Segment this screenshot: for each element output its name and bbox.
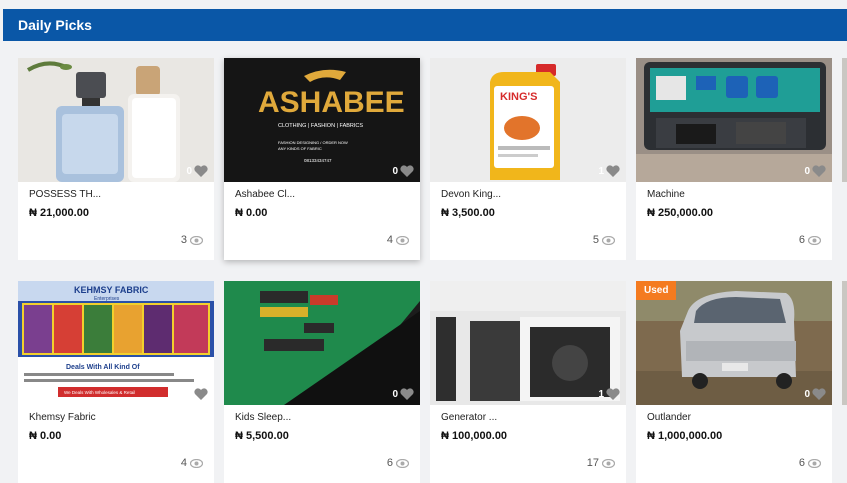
heart-icon[interactable] <box>606 165 620 177</box>
brand-phone: 08133434747 <box>304 158 332 163</box>
like-count: 0 <box>392 165 398 177</box>
like-count: 0 <box>186 388 192 400</box>
brand-line-1: FASHION DESIGNING / ORDER NOW <box>278 140 348 145</box>
product-name[interactable]: Outlander <box>647 412 691 423</box>
section-header: Daily Picks <box>3 9 847 41</box>
product-image[interactable]: ASHABEE CLOTHING | FASHION | FABRICS FAS… <box>224 58 420 182</box>
view-count: 6 <box>798 457 805 469</box>
product-card[interactable]: 1 Generator ... ₦ 100,000.00 17 <box>430 281 626 483</box>
product-card[interactable]: ASHABEE CLOTHING | FASHION | FABRICS FAS… <box>224 58 420 260</box>
product-card[interactable]: KEHMSY FABRIC Enterprises Deals With All… <box>18 281 214 483</box>
banner-title: KEHMSY FABRIC <box>74 285 149 295</box>
view-counter: 6 <box>799 234 821 246</box>
next-card-edge <box>842 58 847 182</box>
product-image[interactable]: 0 <box>636 58 832 182</box>
product-price: ₦ 0.00 <box>29 430 62 442</box>
banner-deals: Deals With All Kind Of <box>66 364 140 371</box>
view-count: 6 <box>798 234 805 246</box>
product-card[interactable]: 0 Kids Sleep... ₦ 5,500.00 6 <box>224 281 420 483</box>
view-count: 4 <box>386 234 393 246</box>
brand-logo-text: ASHABEE <box>258 86 405 119</box>
view-count: 5 <box>592 234 599 246</box>
like-counter[interactable]: 0 <box>804 388 826 400</box>
like-count: 1 <box>598 388 604 400</box>
heart-icon[interactable] <box>194 165 208 177</box>
view-counter: 6 <box>799 457 821 469</box>
next-card-edge <box>842 281 847 405</box>
like-count: 0 <box>804 388 810 400</box>
like-count: 1 <box>598 165 604 177</box>
like-counter[interactable]: 0 <box>804 165 826 177</box>
like-count: 0 <box>392 388 398 400</box>
product-name[interactable]: Generator ... <box>441 412 497 423</box>
view-counter: 4 <box>181 457 203 469</box>
product-card[interactable]: Used 0 Outlander ₦ 1,000,000.00 6 <box>636 281 832 483</box>
heart-icon[interactable] <box>606 388 620 400</box>
product-card[interactable]: 0 Machine ₦ 250,000.00 6 <box>636 58 832 260</box>
heart-icon[interactable] <box>812 388 826 400</box>
product-price: ₦ 5,500.00 <box>235 430 289 442</box>
banner-cta: We Deals With Wholesales & Retail <box>64 390 135 395</box>
view-counter: 5 <box>593 234 615 246</box>
view-counter: 4 <box>387 234 409 246</box>
eye-icon <box>808 458 821 468</box>
like-counter[interactable]: 0 <box>392 165 414 177</box>
like-counter[interactable]: 0 <box>186 165 208 177</box>
like-counter[interactable]: 1 <box>598 165 620 177</box>
product-name[interactable]: Kids Sleep... <box>235 412 291 423</box>
like-counter[interactable]: 1 <box>598 388 620 400</box>
product-image[interactable]: KING'S 1 <box>430 58 626 182</box>
heart-icon[interactable] <box>812 165 826 177</box>
view-counter: 3 <box>181 234 203 246</box>
like-count: 0 <box>186 165 192 177</box>
product-price: ₦ 100,000.00 <box>441 430 508 442</box>
eye-icon <box>602 458 615 468</box>
heart-icon[interactable] <box>400 388 414 400</box>
like-counter[interactable]: 0 <box>186 388 208 400</box>
eye-icon <box>602 235 615 245</box>
product-price: ₦ 1,000,000.00 <box>647 430 723 442</box>
product-price: ₦ 0.00 <box>235 207 268 219</box>
product-label: KING'S <box>500 91 537 103</box>
product-price: ₦ 250,000.00 <box>647 207 714 219</box>
condition-badge: Used <box>636 281 677 300</box>
product-card[interactable]: KING'S 1 Devon King... ₦ 3,500.00 5 <box>430 58 626 260</box>
eye-icon <box>808 235 821 245</box>
product-name[interactable]: Devon King... <box>441 189 501 200</box>
eye-icon <box>190 235 203 245</box>
product-name[interactable]: Ashabee Cl... <box>235 189 295 200</box>
eye-icon <box>190 458 203 468</box>
banner-subtitle: Enterprises <box>94 296 120 302</box>
brand-line-2: ANY KINDS OF FABRIC <box>278 146 322 151</box>
view-counter: 6 <box>387 457 409 469</box>
product-image[interactable]: 1 <box>430 281 626 405</box>
like-count: 0 <box>804 165 810 177</box>
view-count: 4 <box>180 457 187 469</box>
section-title: Daily Picks <box>18 17 92 33</box>
view-counter: 17 <box>587 457 615 469</box>
product-price: ₦ 3,500.00 <box>441 207 495 219</box>
heart-icon[interactable] <box>400 165 414 177</box>
product-image[interactable]: KEHMSY FABRIC Enterprises Deals With All… <box>18 281 214 405</box>
eye-icon <box>396 458 409 468</box>
product-image[interactable]: 0 <box>18 58 214 182</box>
like-counter[interactable]: 0 <box>392 388 414 400</box>
product-name[interactable]: Khemsy Fabric <box>29 412 96 423</box>
product-name[interactable]: Machine <box>647 189 685 200</box>
view-count: 17 <box>586 457 599 469</box>
product-name[interactable]: POSSESS TH... <box>29 189 101 200</box>
eye-icon <box>396 235 409 245</box>
view-count: 3 <box>180 234 187 246</box>
product-image[interactable]: 0 <box>224 281 420 405</box>
brand-tagline: CLOTHING | FASHION | FABRICS <box>278 123 363 129</box>
view-count: 6 <box>386 457 393 469</box>
product-price: ₦ 21,000.00 <box>29 207 89 219</box>
product-card[interactable]: 0 POSSESS TH... ₦ 21,000.00 3 <box>18 58 214 260</box>
heart-icon[interactable] <box>194 388 208 400</box>
